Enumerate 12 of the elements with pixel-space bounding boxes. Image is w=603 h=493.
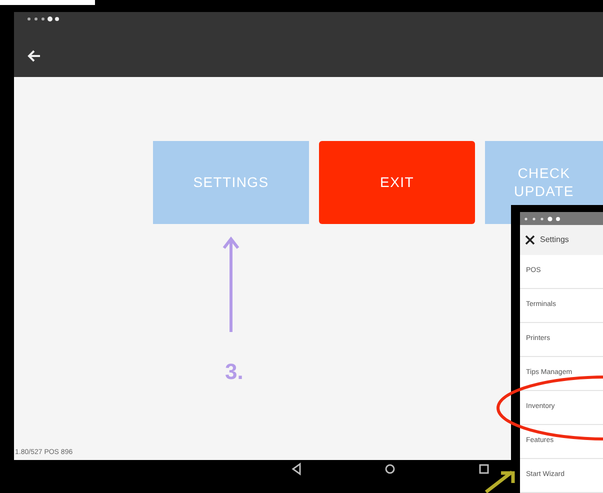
close-icon[interactable] <box>525 235 535 245</box>
home-nav-icon[interactable] <box>384 462 396 476</box>
recents-nav-icon[interactable] <box>478 462 490 476</box>
settings-title: Settings <box>540 234 569 246</box>
status-icons-icon <box>26 15 60 23</box>
back-nav-icon[interactable] <box>290 462 302 476</box>
step-label: 3. <box>225 358 244 386</box>
pointer-arrow-icon <box>484 468 516 493</box>
exit-button[interactable]: EXIT <box>319 141 475 224</box>
back-arrow-icon[interactable] <box>26 48 42 64</box>
up-arrow-icon <box>222 236 240 334</box>
status-icons-icon <box>523 216 563 222</box>
